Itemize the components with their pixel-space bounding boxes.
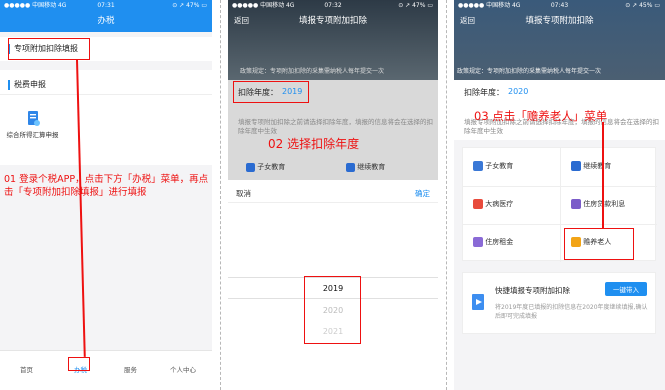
tab-home[interactable]: 首页 — [20, 364, 33, 374]
doc-arrow-icon — [472, 294, 484, 310]
cap-icon — [346, 162, 355, 172]
item-medical[interactable]: 大病医疗 — [473, 199, 513, 209]
status-bar: ●●●●● 中国移动 4G 07:31 ⊙ ↗ 47% ▭ — [0, 0, 212, 12]
divider — [220, 0, 221, 390]
hint-text: 填报专项附加扣除之前请选择扣除年度，填报的信息将会在选择的扣除年度中生效 — [238, 118, 433, 135]
page-title: 填报专项附加扣除 — [525, 16, 594, 26]
highlight-box — [564, 228, 634, 260]
item-label: 继续教育 — [357, 163, 386, 171]
item-continuing-education[interactable]: 继续教育 — [346, 162, 385, 172]
highlight-box — [8, 38, 90, 60]
tab-service[interactable]: 服务 — [124, 364, 137, 374]
bottom-tab-bar: 首页 办税 服务 个人中心 — [0, 350, 212, 390]
quick-fill-card: 快捷填报专项附加扣除 一键带入 将2019年度已填报的扣除信息在2020年度继续… — [462, 272, 656, 334]
quick-fill-title: 快捷填报专项附加扣除 — [495, 286, 570, 295]
item-mortgage[interactable]: 住房贷款利息 — [571, 199, 625, 209]
annual-settlement-button[interactable]: 综合所得汇算申报 — [5, 110, 60, 140]
step-annotation: 03 点击「赡养老人」菜单 — [474, 109, 608, 123]
tab-profile[interactable]: 个人中心 — [170, 364, 196, 374]
header: ●●●●● 中国移动 4G 07:31 ⊙ ↗ 47% ▭ 办税 — [0, 0, 212, 32]
cap-icon — [571, 161, 581, 171]
step-annotation: 01 登录个税APP，点击下方「办税」菜单，再点击「专项附加扣除填报」进行填报 — [4, 174, 209, 198]
item-label: 住房租金 — [485, 238, 514, 246]
policy-text: 政策规定：专项附加扣除的采集需纳税人每年提交一次 — [240, 68, 385, 75]
item-rent[interactable]: 住房租金 — [473, 237, 513, 247]
document-icon — [27, 111, 40, 126]
banner: ●●●●● 中国移动 4G 07:43 ⊙ ↗ 45% ▭ 返回 填报专项附加扣除 政… — [454, 0, 665, 80]
quick-fill-description: 将2019年度已填报的扣除信息在2020年度继续填报,确认后即可完成填报 — [495, 304, 648, 320]
pointer-line — [602, 122, 604, 228]
battery: ⊙ ↗ 47% ▭ — [172, 2, 207, 9]
highlight-box — [233, 81, 309, 103]
year-label: 扣除年度： — [464, 88, 504, 97]
step-annotation: 02 选择扣除年度 — [268, 137, 360, 151]
tax-filing-section: 税费申报 综合所得汇算申报 — [0, 70, 212, 165]
page-title: 填报专项附加扣除 — [298, 16, 367, 26]
cancel-button[interactable]: 取消 — [236, 188, 251, 199]
battery: ⊙ ↗ 47% ▭ — [398, 2, 433, 9]
highlight-box — [68, 357, 90, 371]
screen-year-picker: ●●●●● 中国移动 4G 07:32 ⊙ ↗ 47% ▭ 返回 填报专项附加扣除 政… — [228, 0, 438, 390]
page-title: 办税 — [97, 16, 115, 26]
item-label: 子女教育 — [485, 162, 514, 170]
screen-deduction-menu: ●●●●● 中国移动 4G 07:43 ⊙ ↗ 45% ▭ 返回 填报专项附加扣除 政… — [454, 0, 665, 390]
home-icon — [473, 237, 483, 247]
year-section: 扣除年度： 2020 填报专项附加扣除之前请选择扣除年度，填报的信息将会在选择的… — [454, 80, 665, 140]
screen-tax-home: ●●●●● 中国移动 4G 07:31 ⊙ ↗ 47% ▭ 办税 专项附加扣除填… — [0, 0, 212, 390]
accent-bar — [8, 80, 10, 90]
item-label: 子女教育 — [257, 163, 286, 171]
child-icon — [473, 161, 483, 171]
house-icon — [571, 199, 581, 209]
item-child-education[interactable]: 子女教育 — [246, 162, 285, 172]
medical-kit-icon — [473, 199, 483, 209]
item-continuing-education[interactable]: 继续教育 — [571, 161, 611, 171]
item-label: 大病医疗 — [485, 200, 514, 208]
child-icon — [246, 162, 255, 172]
item-label: 住房贷款利息 — [583, 200, 626, 208]
item-label: 继续教育 — [583, 162, 612, 170]
highlight-box — [304, 276, 361, 344]
divider — [446, 0, 447, 390]
policy-text: 政策规定：专项附加扣除的采集需纳税人每年提交一次 — [457, 68, 602, 75]
section-title: 税费申报 — [14, 80, 46, 89]
battery: ⊙ ↗ 45% ▭ — [625, 2, 660, 9]
one-click-import-button[interactable]: 一键带入 — [605, 282, 647, 296]
year-value[interactable]: 2020 — [508, 87, 528, 96]
banner: ●●●●● 中国移动 4G 07:32 ⊙ ↗ 47% ▭ 返回 填报专项附加扣除 政… — [228, 0, 438, 80]
annual-settlement-label: 综合所得汇算申报 — [6, 131, 59, 139]
year-picker-sheet: 取消 确定 2019 2020 2021 — [228, 180, 438, 390]
item-child-education[interactable]: 子女教育 — [473, 161, 513, 171]
confirm-button[interactable]: 确定 — [415, 188, 430, 199]
